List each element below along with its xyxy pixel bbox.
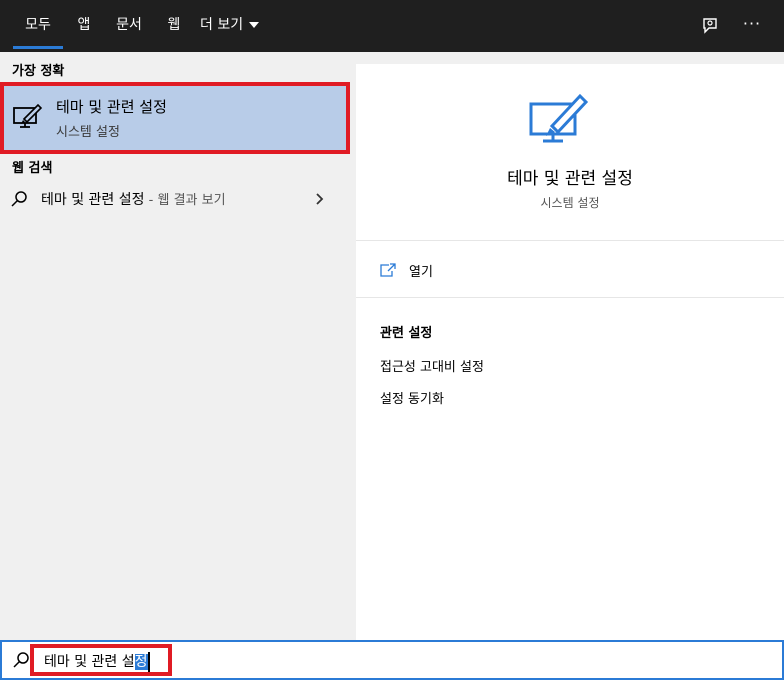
web-search-query: 테마 및 관련 설정 <box>41 192 145 208</box>
search-bar[interactable]: 테마 및 관련 설정 <box>0 640 784 680</box>
caret-down-icon <box>249 22 260 28</box>
tab-documents[interactable]: 문서 <box>108 0 150 52</box>
best-match-heading: 가장 정확 <box>12 64 65 79</box>
related-link-sync-settings[interactable]: 설정 동기화 <box>380 388 444 407</box>
open-icon <box>380 262 396 277</box>
related-link-high-contrast[interactable]: 접근성 고대비 설정 <box>380 356 484 375</box>
chevron-right-icon <box>314 190 326 208</box>
search-icon <box>12 650 30 670</box>
tab-more-label: 더 보기 <box>200 17 244 33</box>
divider <box>356 240 784 241</box>
text-cursor <box>147 652 150 672</box>
web-search-result[interactable]: 테마 및 관련 설정 - 웹 결과 보기 <box>0 184 344 214</box>
detail-title: 테마 및 관련 설정 <box>507 169 633 189</box>
highlight-outline <box>0 82 350 154</box>
more-options-icon[interactable]: ··· <box>740 14 764 38</box>
search-text: 테마 및 관련 설 <box>44 654 135 670</box>
personalization-large-icon <box>528 92 592 144</box>
feedback-icon[interactable] <box>698 14 722 38</box>
web-search-heading: 웹 검색 <box>12 161 53 176</box>
divider <box>356 297 784 298</box>
web-search-text: 테마 및 관련 설정 - 웹 결과 보기 <box>41 189 226 209</box>
tab-all[interactable]: 모두 <box>13 0 63 52</box>
tab-more[interactable]: 더 보기 <box>200 0 275 52</box>
open-label: 열기 <box>409 265 433 280</box>
related-settings-heading: 관련 설정 <box>380 326 433 341</box>
search-icon <box>10 190 28 208</box>
top-bar: 모두 앱 문서 웹 더 보기 ··· <box>0 0 784 52</box>
search-input[interactable]: 테마 및 관련 설정 <box>44 651 150 672</box>
web-search-suffix: - 웹 결과 보기 <box>144 193 226 208</box>
tab-web[interactable]: 웹 <box>160 0 188 52</box>
search-selected-text: 정 <box>134 654 148 670</box>
details-pane: 테마 및 관련 설정 시스템 설정 열기 관련 설정 접근성 고대비 설정 설정… <box>356 64 784 640</box>
tab-apps[interactable]: 앱 <box>70 0 98 52</box>
results-pane: 가장 정확 테마 및 관련 설정 시스템 설정 웹 검색 테마 및 관련 설정 … <box>0 52 350 640</box>
detail-subtitle: 시스템 설정 <box>540 196 600 210</box>
